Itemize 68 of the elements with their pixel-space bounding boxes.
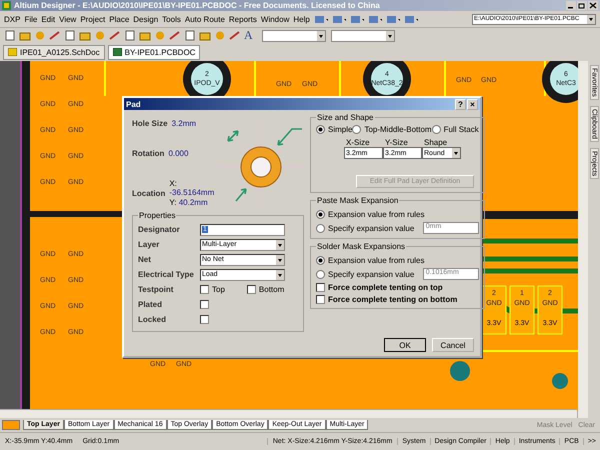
field-label: Plated [138, 300, 164, 309]
menu-item[interactable]: Window [260, 14, 290, 24]
toolbar-combo[interactable] [262, 30, 326, 42]
toolbar-combo[interactable] [330, 30, 395, 42]
field-label: Location [132, 188, 166, 198]
menu-item[interactable]: File [24, 14, 38, 24]
field-label: Rotation [132, 149, 164, 158]
document-tab[interactable]: IPE01_A0125.SchDoc [3, 44, 105, 60]
close-icon[interactable] [588, 1, 598, 10]
vertical-scrollbar[interactable] [577, 61, 588, 418]
field-label: Locked [138, 315, 168, 324]
column-header: Shape [423, 138, 448, 147]
menu-item[interactable]: Project [80, 14, 106, 24]
group-title: Size and Shape [316, 113, 374, 122]
checkbox[interactable] [200, 300, 209, 309]
axis-label: Y: [169, 198, 176, 207]
toolbar-dropdown-icon[interactable] [368, 14, 382, 24]
dialog-button[interactable]: OK [384, 338, 426, 352]
toolbar-dropdown-icon[interactable] [386, 14, 400, 24]
layer-color-swatch [2, 420, 20, 430]
menu-item[interactable]: View [59, 14, 76, 24]
field-value: 40.2mm [178, 198, 208, 207]
dialog-button[interactable]: Cancel [432, 338, 474, 352]
radio-button[interactable]: Simple [316, 125, 352, 134]
menu-item[interactable]: Design [133, 14, 158, 24]
field-value: -36.5164mm [169, 188, 214, 197]
toolbar-dropdown-icon[interactable] [404, 14, 418, 24]
document-tab[interactable]: BY-IPE01.PCBDOC [108, 44, 200, 60]
toolbar-dropdown-icon[interactable] [332, 14, 346, 24]
field-label: Testpoint [138, 285, 174, 294]
checkbox[interactable]: Top [200, 285, 225, 294]
close-button[interactable]: × [467, 98, 478, 110]
horizontal-scrollbar[interactable] [0, 409, 578, 418]
window-title: Altium Designer - E:\AUDIO\2010\IPE01\BY-IPE01.PCBDOC - Free Documents. Licensed to China [14, 1, 380, 10]
field-label: Layer [138, 240, 160, 249]
group-title: Properties [138, 211, 176, 220]
menu-item[interactable]: Auto Route [184, 14, 225, 24]
toolbar-dropdown-icon[interactable] [314, 14, 328, 24]
dialog-title: Pad [126, 100, 141, 108]
field-label: Net [138, 255, 152, 264]
column-header: X-Size [345, 138, 371, 147]
menu-item[interactable]: DXP [4, 14, 20, 24]
field-value: 3.2mm [172, 119, 196, 128]
restore-icon[interactable] [577, 1, 587, 10]
group-title: Paste Mask Expansion [316, 196, 400, 205]
minimize-icon[interactable] [566, 1, 576, 10]
column-header: Y-Size [384, 138, 409, 147]
help-button[interactable]: ? [455, 98, 466, 110]
menu-item[interactable]: Tools [162, 14, 181, 24]
checkbox[interactable]: Bottom [246, 285, 284, 294]
radio-button[interactable]: Top-Middle-Bottom [352, 125, 432, 134]
circuit-board-icon [112, 48, 122, 56]
radio-button[interactable]: Full Stack [432, 125, 479, 134]
text-tool-button[interactable]: A [244, 28, 253, 43]
menu-item[interactable]: Reports [228, 14, 257, 24]
menu-item[interactable]: Place [109, 14, 130, 24]
app-icon [2, 1, 11, 10]
menu-item[interactable]: Edit [41, 14, 56, 24]
axis-label: X: [169, 179, 177, 188]
document-icon [8, 48, 17, 56]
menu-item[interactable]: Help [293, 14, 310, 24]
group-title: Solder Mask Expansions [316, 242, 406, 251]
toolbar-dropdown-icon[interactable] [350, 14, 364, 24]
field-label: Electrical Type [138, 270, 195, 279]
field-label: Hole Size [132, 119, 168, 128]
field-label: Designator [138, 225, 181, 234]
field-value: 0.000 [168, 149, 188, 158]
checkbox[interactable] [200, 315, 209, 324]
